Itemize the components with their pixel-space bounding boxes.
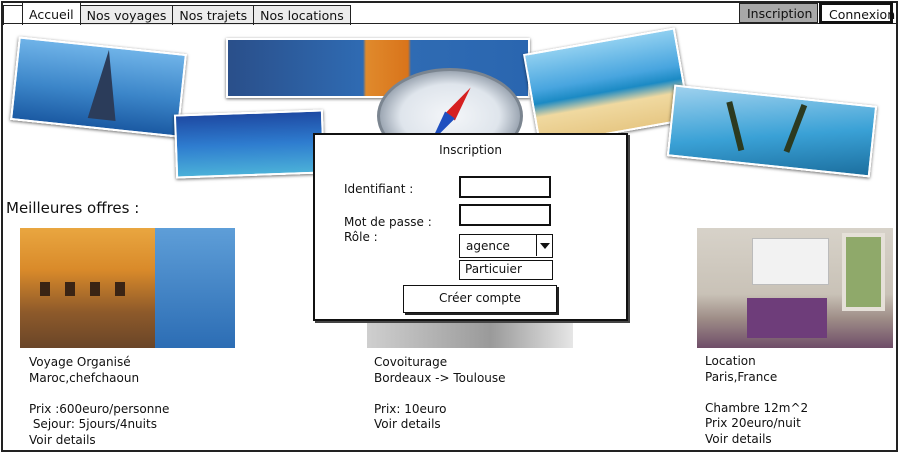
morocco-offer-image[interactable] <box>20 228 235 348</box>
offer-place: Paris,France <box>705 369 778 384</box>
bed-shape <box>747 298 827 338</box>
carpool-offer-image[interactable] <box>367 318 573 348</box>
identifiant-label: Identifiant : <box>344 182 414 196</box>
palm-shape <box>726 101 745 152</box>
role-select[interactable]: agence <box>459 234 553 258</box>
offer-type: Location <box>705 354 756 368</box>
room-offer-image[interactable] <box>697 228 893 348</box>
role-label: Rôle : <box>344 230 378 244</box>
create-account-button[interactable]: Créer compte <box>403 285 557 313</box>
offer-room: Chambre 12m^2 <box>705 400 809 415</box>
inscription-dialog: Inscription Identifiant : Mot de passe :… <box>313 133 628 321</box>
offer-destination: Maroc,chefchaoun <box>29 370 140 385</box>
chevron-down-icon[interactable] <box>536 235 552 256</box>
offer-voyage-text: Voyage Organisé Maroc,chefchaoun Prix :6… <box>29 355 169 449</box>
palm-beach-photo <box>666 84 878 178</box>
beach-photo <box>523 27 691 147</box>
password-label: Mot de passe : <box>344 215 432 229</box>
eiffel-shape <box>87 48 123 121</box>
offers-heading: Meilleures offres : <box>6 199 140 217</box>
offer-duration: Sejour: 5jours/4nuits <box>29 417 157 432</box>
camel-shape <box>40 282 50 296</box>
identifiant-field[interactable] <box>459 176 551 198</box>
offer-price: Prix :600euro/personne <box>29 401 170 416</box>
password-field[interactable] <box>459 204 551 226</box>
offer-location-text: Location Paris,France Chambre 12m^2 Prix… <box>705 354 808 448</box>
voir-details-link[interactable]: Voir details <box>705 432 808 448</box>
palm-shape <box>783 104 808 153</box>
offer-type: Voyage Organisé <box>29 355 131 369</box>
offer-price: Prix: 10euro <box>374 401 447 416</box>
eiffel-tower-photo <box>10 36 187 138</box>
role-option-particulier[interactable]: Particuier <box>459 260 553 280</box>
voir-details-link[interactable]: Voir details <box>374 417 506 433</box>
headboard-shape <box>752 238 829 285</box>
voir-details-link[interactable]: Voir details <box>29 433 169 449</box>
window-shape <box>842 233 885 311</box>
dialog-title: Inscription <box>439 143 502 157</box>
offer-type: Covoiturage <box>374 355 448 369</box>
camel-shape <box>65 282 75 296</box>
offer-covoiturage-text: Covoiturage Bordeaux -> Toulouse Prix: 1… <box>374 355 506 433</box>
camel-shape <box>90 282 100 296</box>
offer-route: Bordeaux -> Toulouse <box>374 370 506 385</box>
offer-price: Prix 20euro/nuit <box>705 416 801 431</box>
blue-town-shape <box>155 228 235 348</box>
camel-shape <box>115 282 125 296</box>
role-selected-value: agence <box>466 239 510 253</box>
harbor-photo <box>173 109 326 179</box>
